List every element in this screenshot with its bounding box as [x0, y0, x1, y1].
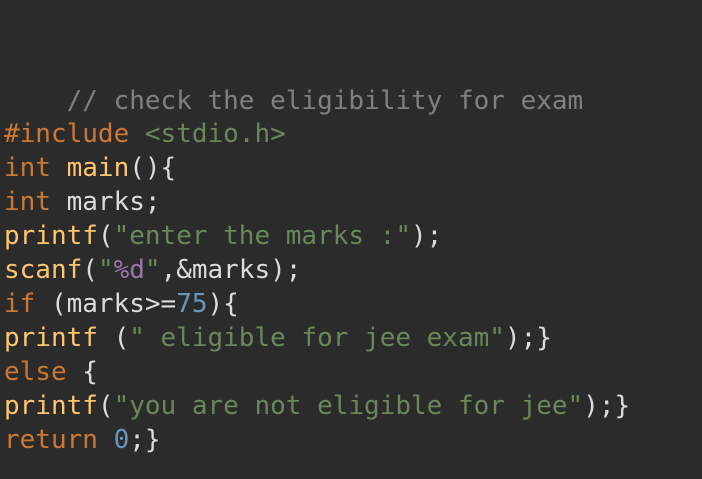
function-name: main — [66, 153, 130, 183]
function-name: printf — [4, 221, 98, 251]
code-line-printf-eligible: printf (" eligible for jee exam");} — [4, 321, 552, 355]
code-line-comment: // check the eligibility for exam — [4, 50, 584, 116]
type-keyword: int — [4, 187, 51, 217]
code-line-declaration: int marks; — [4, 185, 161, 219]
punctuation: );} — [583, 391, 631, 421]
punctuation: (){ — [129, 153, 177, 183]
punctuation: { — [66, 357, 98, 387]
code-line-include: #include <stdio.h> — [4, 117, 286, 151]
code-line-scanf: scanf("%d",&marks); — [4, 253, 301, 287]
variable-declaration: marks; — [66, 187, 161, 217]
punctuation: ); — [411, 221, 443, 251]
number-literal: 0 — [97, 425, 130, 455]
if-keyword: if — [4, 289, 36, 319]
include-directive: #include — [4, 119, 130, 149]
include-header: <stdio.h> — [144, 119, 286, 149]
punctuation: );} — [504, 323, 552, 353]
code-line-main: int main(){ — [4, 151, 176, 185]
punctuation: ( — [82, 255, 98, 285]
string-literal: "you are not eligible for jee" — [113, 391, 584, 421]
punctuation: ( — [97, 391, 114, 421]
code-line-return: return 0;} — [4, 423, 161, 457]
condition-text: (marks>= — [35, 289, 177, 319]
comment-text: // check the eligibility for exam — [66, 86, 584, 116]
else-keyword: else — [4, 357, 67, 387]
string-quote: " — [144, 255, 161, 285]
code-line-if: if (marks>=75){ — [4, 287, 239, 321]
punctuation: ( — [97, 323, 130, 353]
function-name: scanf — [4, 255, 83, 285]
format-specifier: %d — [113, 255, 145, 285]
function-name: printf — [4, 391, 98, 421]
punctuation: ;} — [129, 425, 161, 455]
punctuation: ){ — [207, 289, 239, 319]
number-literal: 75 — [176, 289, 208, 319]
scanf-arguments: ,&marks); — [160, 255, 302, 285]
punctuation: ( — [97, 221, 114, 251]
code-line-printf-prompt: printf("enter the marks :"); — [4, 219, 442, 253]
code-line-printf-not-eligible: printf("you are not eligible for jee");} — [4, 389, 630, 423]
string-quote: " — [97, 255, 114, 285]
string-literal: " eligible for jee exam" — [129, 323, 505, 353]
function-name: printf — [4, 323, 98, 353]
return-keyword: return — [4, 425, 98, 455]
code-editor[interactable]: // check the eligibility for exam #inclu… — [0, 0, 702, 479]
code-line-else: else { — [4, 355, 98, 389]
string-literal: "enter the marks :" — [113, 221, 411, 251]
type-keyword: int — [4, 153, 51, 183]
